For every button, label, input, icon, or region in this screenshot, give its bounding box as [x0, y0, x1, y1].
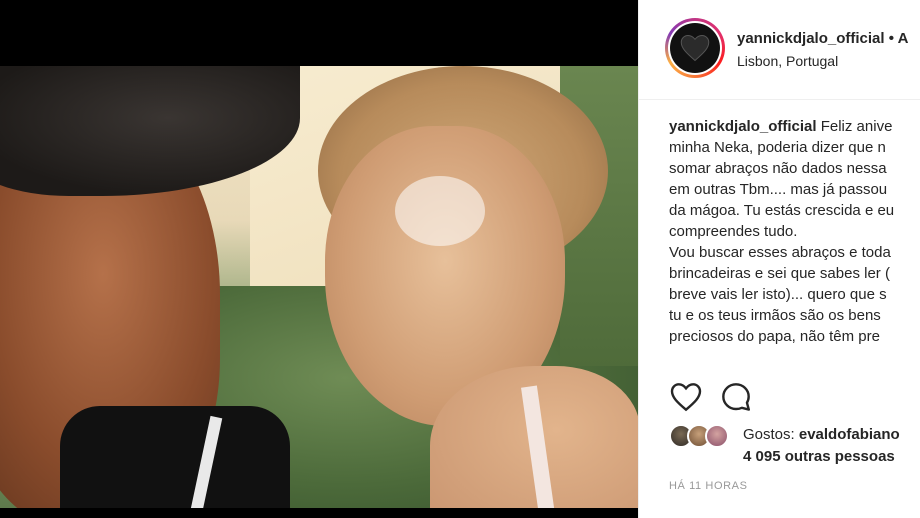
- like-button[interactable]: [669, 380, 703, 414]
- caption-line: brincadeiras e sei que sabes ler (: [669, 265, 890, 282]
- liker-avatar: [705, 424, 729, 448]
- caption-line: compreendes tudo.: [669, 223, 798, 240]
- caption-username[interactable]: yannickdjalo_official: [669, 118, 817, 135]
- header-username-link[interactable]: yannickdjalo_official: [737, 30, 885, 47]
- post-timestamp[interactable]: HÁ 11 HORAS: [669, 480, 748, 492]
- likes-summary: Gostos: evaldofabiano 4 095 outras pesso…: [669, 422, 920, 470]
- black-heart-icon: [680, 34, 710, 62]
- liker-avatars[interactable]: [669, 424, 729, 448]
- caption-line: Vou buscar esses abraços e toda: [669, 244, 891, 261]
- likes-text: Gostos: evaldofabiano: [743, 426, 900, 443]
- header-username[interactable]: yannickdjalo_official • A: [737, 30, 908, 47]
- likes-others-link[interactable]: 4 095 outras pessoas: [743, 448, 895, 465]
- post-photo-panel: [0, 0, 638, 518]
- post-header: yannickdjalo_official • A Lisbon, Portug…: [639, 0, 920, 100]
- comment-button[interactable]: [719, 380, 753, 414]
- location-link[interactable]: Lisbon, Portugal: [737, 53, 838, 69]
- heart-outline-icon: [670, 383, 702, 412]
- story-ring[interactable]: [665, 18, 725, 78]
- caption-line: somar abraços não dados nessa: [669, 160, 887, 177]
- caption-line: da mágoa. Tu estás crescida e eu: [669, 202, 895, 219]
- post-photo[interactable]: [0, 66, 638, 508]
- post-actions: [669, 380, 753, 414]
- caption-line: yannickdjalo_official Feliz anive: [669, 116, 920, 137]
- post-caption: yannickdjalo_official Feliz anive minha …: [669, 116, 920, 347]
- caption-line: breve vais ler isto)... quero que s: [669, 286, 887, 303]
- caption-text: Feliz anive: [820, 118, 893, 135]
- caption-line: preciosos do papa, não têm pre: [669, 328, 880, 345]
- header-follow-suffix[interactable]: • A: [885, 30, 909, 47]
- photo-face-cream: [395, 176, 485, 246]
- caption-line: minha Neka, poderia dizer que n: [669, 139, 886, 156]
- liker-username[interactable]: evaldofabiano: [799, 426, 900, 443]
- post-sidebar: yannickdjalo_official • A Lisbon, Portug…: [638, 0, 920, 518]
- caption-line: tu e os teus irmãos são os bens: [669, 307, 881, 324]
- photo-man-shirt: [60, 406, 290, 508]
- caption-line: em outras Tbm.... mas já passou: [669, 181, 888, 198]
- likes-prefix: Gostos:: [743, 426, 799, 443]
- comment-bubble-icon: [722, 383, 750, 411]
- avatar: [670, 23, 720, 73]
